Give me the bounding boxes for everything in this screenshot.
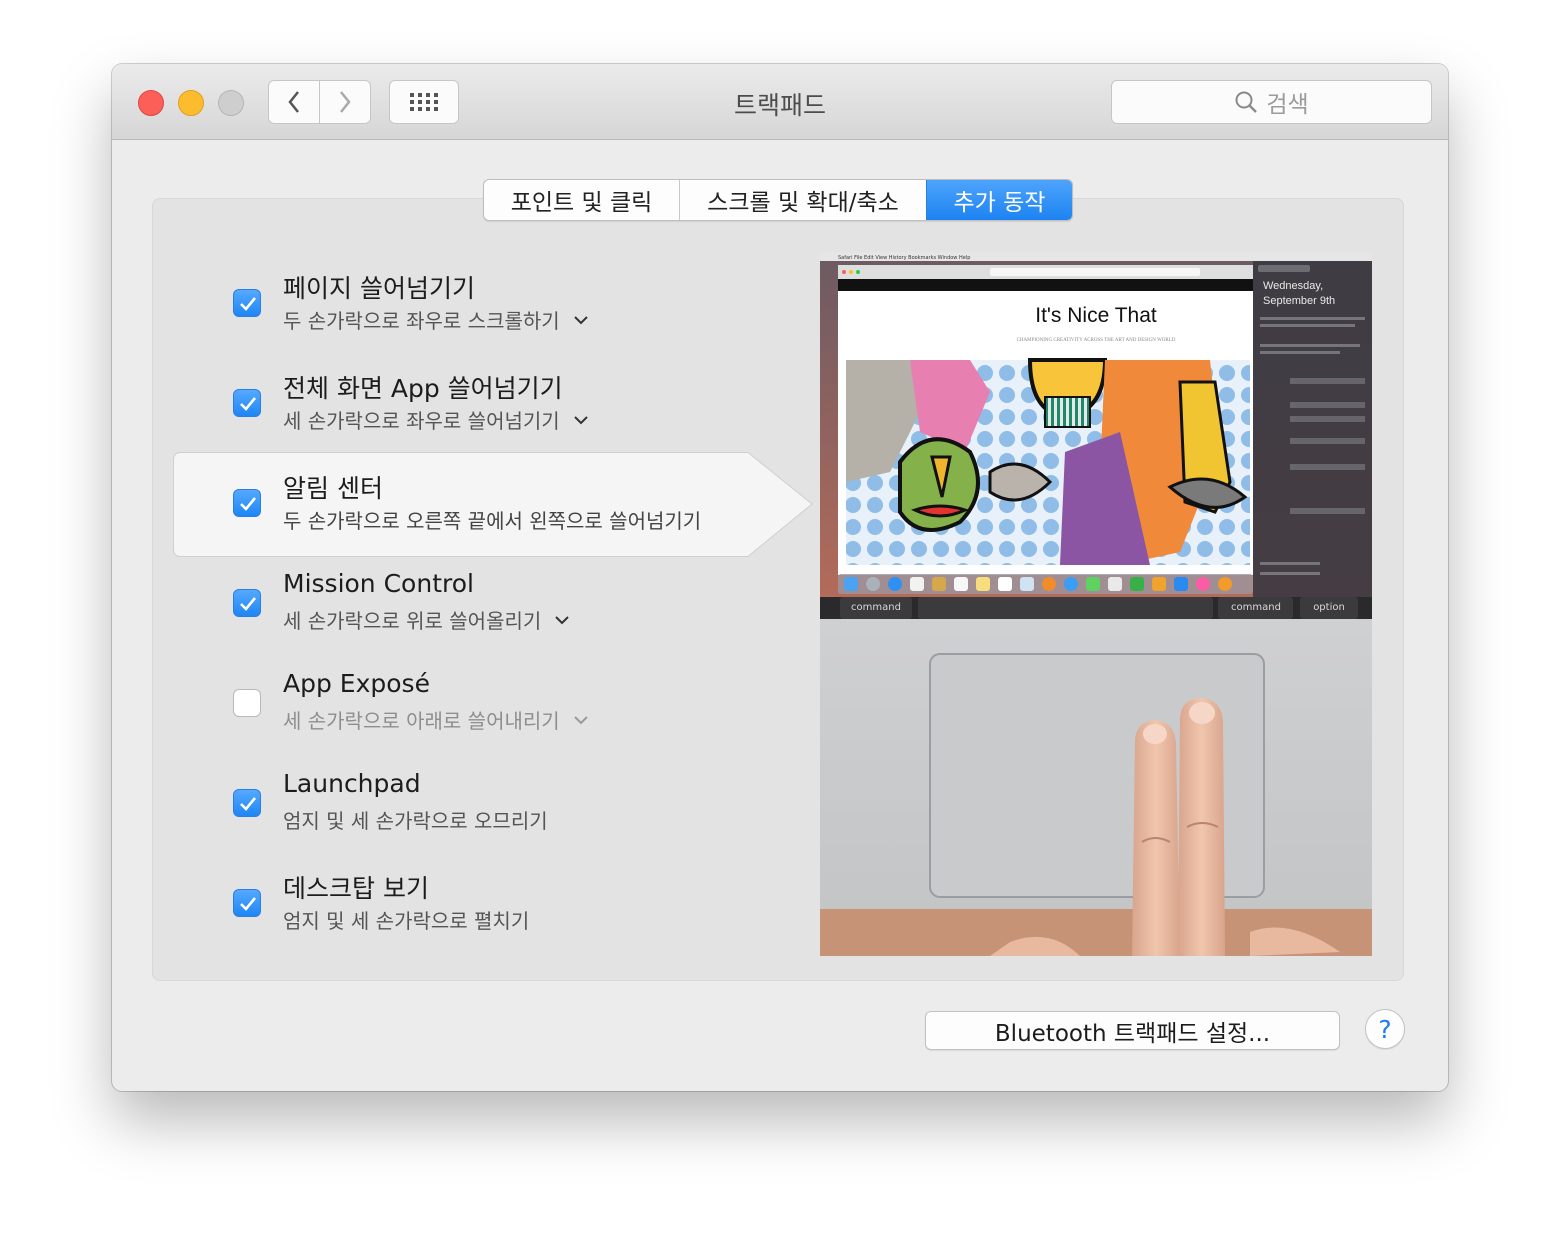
- checkbox[interactable]: [233, 489, 261, 517]
- option-title: Mission Control: [283, 569, 474, 598]
- option-swipe-between-pages: 페이지 쓸어넘기기 두 손가락으로 좌우로 스크롤하기: [233, 269, 793, 339]
- option-swipe-fullscreen-apps: 전체 화면 App 쓸어넘기기 세 손가락으로 좌우로 쓸어넘기기: [233, 369, 793, 439]
- tab-more-gestures[interactable]: 추가 동작: [926, 180, 1072, 220]
- option-subtitle-text: 두 손가락으로 좌우로 스크롤하기: [283, 309, 560, 333]
- option-show-desktop: 데스크탑 보기 엄지 및 세 손가락으로 펼치기: [233, 869, 793, 939]
- option-title: 전체 화면 App 쓸어넘기기: [283, 374, 563, 403]
- gesture-preview-illustration: Safari File Edit View History Bookmarks …: [820, 252, 1372, 956]
- checkmark-icon: [240, 297, 257, 311]
- option-subtitle[interactable]: 두 손가락으로 좌우로 스크롤하기: [283, 305, 588, 334]
- content-panel: 페이지 쓸어넘기기 두 손가락으로 좌우로 스크롤하기 전체 화면 App 쓸어…: [152, 198, 1404, 981]
- chevron-down-icon: [555, 615, 569, 624]
- tab-bar: 포인트 및 클릭 스크롤 및 확대/축소 추가 동작: [483, 179, 1073, 221]
- gesture-preview-image: Safari File Edit View History Bookmarks …: [820, 252, 1372, 956]
- option-title: 페이지 쓸어넘기기: [283, 274, 475, 303]
- website-tagline: CHAMPIONING CREATIVITY ACROSS THE ART AN…: [1017, 338, 1176, 343]
- key-option: option: [1313, 602, 1345, 613]
- key-command-left: command: [851, 602, 901, 613]
- option-subtitle: 엄지 및 세 손가락으로 오므리기: [283, 805, 548, 834]
- option-title: Launchpad: [283, 769, 421, 798]
- option-launchpad: Launchpad 엄지 및 세 손가락으로 오므리기: [233, 769, 793, 839]
- option-subtitle-text: 두 손가락으로 오른쪽 끝에서 왼쪽으로 쓸어넘기기: [283, 509, 702, 533]
- checkmark-icon: [240, 897, 257, 911]
- checkmark-icon: [240, 797, 257, 811]
- option-subtitle[interactable]: 세 손가락으로 아래로 쓸어내리기: [283, 705, 588, 734]
- nc-date-line1: Wednesday,: [1263, 280, 1323, 292]
- option-subtitle-text: 엄지 및 세 손가락으로 오므리기: [283, 809, 548, 833]
- chevron-down-icon: [573, 315, 588, 324]
- option-notification-center[interactable]: 알림 센터 두 손가락으로 오른쪽 끝에서 왼쪽으로 쓸어넘기기: [233, 469, 793, 539]
- option-subtitle-text: 세 손가락으로 아래로 쓸어내리기: [283, 709, 560, 733]
- option-subtitle-text: 세 손가락으로 위로 쓸어올리기: [283, 609, 542, 633]
- option-title: 알림 센터: [283, 474, 383, 503]
- checkbox[interactable]: [233, 789, 261, 817]
- help-button[interactable]: ?: [1365, 1009, 1405, 1049]
- chevron-down-icon: [573, 715, 588, 724]
- tab-scroll-and-zoom[interactable]: 스크롤 및 확대/축소: [679, 180, 926, 220]
- bluetooth-trackpad-setup-button[interactable]: Bluetooth 트랙패드 설정...: [925, 1011, 1340, 1050]
- checkbox[interactable]: [233, 389, 261, 417]
- search-placeholder: 검색: [1266, 92, 1309, 118]
- system-preferences-window: 트랙패드 검색 페이지 쓸어넘기기 두 손가락으로 좌우로 스크롤하기 전체 화…: [112, 64, 1448, 1091]
- checkbox[interactable]: [233, 889, 261, 917]
- key-command-right: command: [1231, 602, 1281, 613]
- svg-text:Safari File Edit View Hist: Safari File Edit View History Bookmarks …: [838, 255, 970, 261]
- tab-point-and-click[interactable]: 포인트 및 클릭: [484, 180, 679, 220]
- checkmark-icon: [240, 597, 257, 611]
- search-icon: [1235, 91, 1258, 113]
- option-subtitle-text: 세 손가락으로 좌우로 쓸어넘기기: [283, 409, 560, 433]
- nc-date-line2: September 9th: [1263, 295, 1335, 307]
- search-field[interactable]: 검색: [1111, 80, 1432, 124]
- title-bar: 트랙패드 검색: [112, 64, 1448, 140]
- option-mission-control: Mission Control 세 손가락으로 위로 쓸어올리기: [233, 569, 793, 639]
- option-title: 데스크탑 보기: [283, 874, 429, 903]
- option-subtitle[interactable]: 세 손가락으로 좌우로 쓸어넘기기: [283, 405, 588, 434]
- option-subtitle: 두 손가락으로 오른쪽 끝에서 왼쪽으로 쓸어넘기기: [283, 505, 701, 534]
- checkbox[interactable]: [233, 289, 261, 317]
- website-title: It's Nice That: [1035, 304, 1157, 327]
- chevron-down-icon: [573, 415, 588, 424]
- option-title: App Exposé: [283, 669, 430, 698]
- option-subtitle-text: 엄지 및 세 손가락으로 펼치기: [283, 909, 530, 933]
- checkmark-icon: [240, 497, 257, 511]
- checkbox[interactable]: [233, 689, 261, 717]
- option-subtitle: 엄지 및 세 손가락으로 펼치기: [283, 905, 529, 934]
- option-subtitle[interactable]: 세 손가락으로 위로 쓸어올리기: [283, 605, 569, 634]
- checkbox[interactable]: [233, 589, 261, 617]
- checkmark-icon: [240, 397, 257, 411]
- option-app-expose: App Exposé 세 손가락으로 아래로 쓸어내리기: [233, 669, 793, 739]
